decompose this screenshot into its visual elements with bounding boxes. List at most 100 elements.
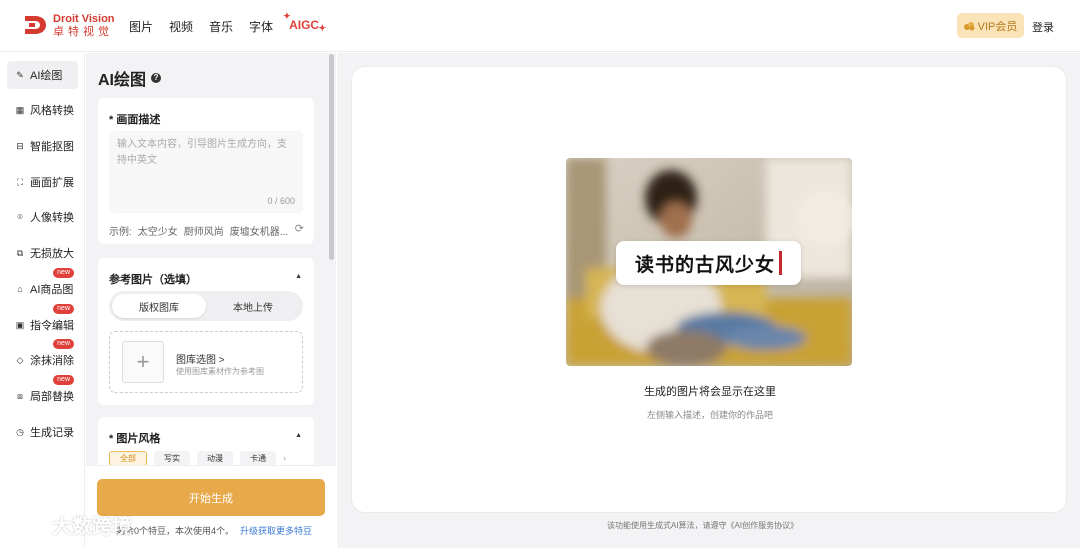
help-icon[interactable]: ?	[151, 73, 162, 83]
new-badge: new	[53, 304, 74, 314]
enlarge-icon: ⧉	[16, 248, 24, 258]
empty-state-subtitle: 左侧输入描述，创建你的作品吧	[646, 410, 773, 420]
sparkle-icon: ✦	[283, 11, 291, 21]
sidebar-item-local-replace[interactable]: ⧈ 局部替换 new	[7, 375, 78, 410]
sidebar-item-enlarge[interactable]: ⧉ 无损放大	[7, 239, 78, 267]
collapse-caret-icon[interactable]: ▲	[295, 273, 302, 280]
style-chip-all[interactable]: 全部	[109, 451, 147, 466]
new-badge: new	[53, 375, 74, 385]
brand-name-cn: 卓特视觉	[53, 25, 113, 38]
nav-images[interactable]: 图片	[129, 18, 153, 35]
reference-source-toggle: 版权图库 本地上传	[109, 291, 303, 321]
sidebar-item-label: AI绘图	[30, 70, 63, 82]
style-chips: 全部 写实 动漫 卡通 ›	[109, 451, 286, 466]
sidebar-item-style-transfer[interactable]: ▦ 风格转换	[7, 96, 78, 124]
sidebar-item-label: 指令编辑	[30, 320, 74, 332]
sidebar-item-ai-product[interactable]: ⌂ AI商品图 new	[7, 268, 78, 303]
description-placeholder: 输入文本内容，引导图片生成方向，支持中英文	[117, 139, 287, 166]
sidebar-item-label: AI商品图	[30, 284, 74, 296]
sidebar-item-label: 人像转换	[30, 212, 74, 224]
product-icon: ⌂	[17, 284, 23, 294]
style-chip-realistic[interactable]: 写实	[154, 451, 190, 466]
expand-icon: ⛶	[16, 177, 24, 187]
nav-music[interactable]: 音乐	[209, 18, 233, 35]
description-label-text: 画面描述	[116, 114, 161, 126]
sidebar-item-portrait[interactable]: ⌾ 人像转换	[7, 203, 78, 231]
sidebar-item-ai-draw[interactable]: ✎ AI绘图	[7, 61, 78, 89]
tab-local-upload[interactable]: 本地上传	[206, 294, 300, 318]
refresh-icon[interactable]: ⟳	[295, 222, 304, 235]
tab-copyright-library[interactable]: 版权图库	[112, 294, 206, 318]
bean-balance-text: 剩余0个特豆，本次使用4个。	[116, 526, 235, 536]
examples-prefix: 示例:	[109, 227, 132, 238]
char-counter: 0 / 600	[267, 196, 295, 206]
sidebar-item-label: 局部替换	[30, 391, 74, 403]
bean-balance-note: 剩余0个特豆，本次使用4个。 升级获取更多特豆	[116, 524, 312, 537]
brand-logo[interactable]: Droit Vision 卓特视觉	[22, 12, 115, 38]
main-nav: 图片 视频 音乐 字体 ✦ AIGC ✦	[129, 11, 326, 35]
plus-icon: +	[122, 341, 164, 383]
collapse-caret-icon[interactable]: ▲	[295, 432, 302, 439]
style-label: * 图片风格	[109, 430, 160, 446]
preview-caption: 读书的古风少女	[616, 241, 801, 285]
replace-icon: ⧈	[17, 391, 23, 401]
nav-aigc[interactable]: ✦ AIGC ✦	[283, 11, 326, 35]
magic-wand-icon: ✎	[16, 70, 24, 80]
example-prompt[interactable]: 太空少女	[138, 223, 178, 238]
sidebar-item-history[interactable]: ◷ 生成记录	[7, 418, 78, 446]
example-preview-image: 读书的古风少女	[566, 158, 852, 366]
scrollbar-thumb[interactable]	[329, 54, 334, 260]
result-canvas: 读书的古风少女 生成的图片将会显示在这里 左侧输入描述，创建你的作品吧	[351, 66, 1067, 513]
sidebar-item-instruct-edit[interactable]: ▣ 指令编辑 new	[7, 304, 78, 339]
sidebar-item-label: 风格转换	[30, 105, 74, 117]
watermark-text: 大数跨境	[52, 516, 132, 538]
panel-title: AI绘图 ?	[98, 66, 162, 90]
nav-videos[interactable]: 视频	[169, 18, 193, 35]
example-prompt[interactable]: 废墟女机器...	[230, 223, 288, 238]
grid-icon: ▦	[15, 105, 25, 115]
text-cursor	[779, 251, 782, 275]
sidebar-item-label: 无损放大	[30, 248, 74, 260]
upgrade-link[interactable]: 升级获取更多特豆	[240, 526, 312, 536]
required-mark: *	[109, 114, 114, 126]
sidebar-item-smart-cutout[interactable]: ⊟ 智能抠图	[7, 132, 78, 160]
terms-note[interactable]: 该功能使用生成式AI算法，请遵守《AI创作服务协议》	[607, 520, 798, 531]
logo-mark-icon	[22, 12, 48, 38]
style-chip-cartoon[interactable]: 卡通	[240, 451, 276, 466]
reference-label: 参考图片（选填）	[109, 274, 197, 286]
crown-icon	[963, 21, 975, 30]
sparkle-icon: ✦	[318, 23, 327, 33]
brand-name-en: Droit Vision	[53, 12, 115, 25]
tool-sidebar: ✎ AI绘图 ▦ 风格转换 ⊟ 智能抠图 ⛶ 画面扩展 ⌾ 人像转换 ⧉ 无损放…	[0, 53, 85, 548]
watermark-logo-icon	[10, 514, 43, 533]
description-card: * 画面描述 输入文本内容，引导图片生成方向，支持中英文 0 / 600 示例:…	[98, 98, 314, 244]
sidebar-item-label: 生成记录	[30, 427, 74, 439]
example-prompts: 示例: 太空少女 厨师风尚 废墟女机器...	[109, 223, 288, 238]
nav-fonts[interactable]: 字体	[249, 18, 273, 35]
panel-scrollbar[interactable]	[328, 53, 336, 465]
library-picker-hint: 使用图库素材作为参考图	[176, 367, 264, 376]
watermark: 大数跨境	[8, 510, 132, 539]
sidebar-item-expand[interactable]: ⛶ 画面扩展	[7, 168, 78, 196]
nav-aigc-label: AIGC	[289, 18, 320, 32]
empty-state-title: 生成的图片将会显示在这里	[644, 386, 776, 398]
sidebar-item-erase[interactable]: ◇ 涂抹消除 new	[7, 339, 78, 374]
chevron-right-icon[interactable]: ›	[283, 451, 286, 466]
library-picker-title: 图库选图 >	[176, 355, 225, 366]
sidebar-item-label: 画面扩展	[30, 177, 74, 189]
login-link[interactable]: 登录	[1032, 19, 1054, 35]
sidebar-item-label: 涂抹消除	[30, 355, 74, 367]
description-input[interactable]: 输入文本内容，引导图片生成方向，支持中英文 0 / 600	[109, 131, 303, 213]
vip-label: VIP会员	[977, 20, 1018, 33]
style-label-text: 图片风格	[116, 433, 161, 445]
new-badge: new	[53, 268, 74, 278]
edit-icon: ▣	[15, 320, 25, 330]
sidebar-item-label: 智能抠图	[30, 141, 74, 153]
history-icon: ◷	[16, 427, 24, 437]
style-chip-anime[interactable]: 动漫	[197, 451, 233, 466]
vip-button[interactable]: VIP会员	[957, 13, 1024, 38]
top-bar: Droit Vision 卓特视觉 图片 视频 音乐 字体 ✦ AIGC ✦ V…	[0, 0, 1080, 52]
example-prompt[interactable]: 厨师风尚	[184, 223, 224, 238]
main-area: 读书的古风少女 生成的图片将会显示在这里 左侧输入描述，创建你的作品吧 该功能使…	[337, 53, 1080, 548]
library-picker[interactable]: + 图库选图 > 使用图库素材作为参考图	[109, 331, 303, 393]
